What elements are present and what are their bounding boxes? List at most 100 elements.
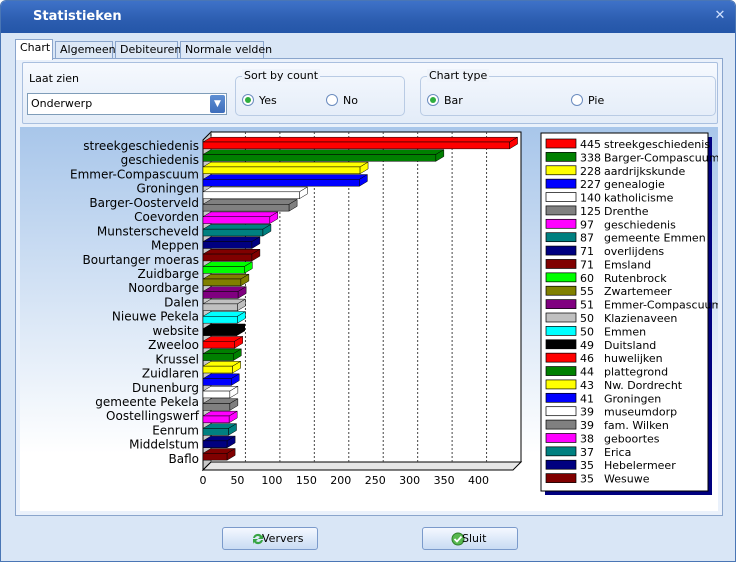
legend-label: fam. Wilken [604,419,669,432]
legend-swatch [545,259,577,269]
y-axis-label: Dalen [164,295,199,309]
legend-swatch [545,218,577,229]
bar [202,253,253,262]
bar [202,266,245,274]
legend-label: Rutenbrock [604,272,667,285]
legend-label: geschiedenis [604,218,676,231]
y-axis-label: geschiedenis [121,153,199,167]
legend-label: streekgeschiedenis [604,138,710,151]
legend-swatch [545,392,577,403]
legend-swatch [545,379,577,390]
legend-value: 51 [580,299,594,312]
legend-swatch [545,152,577,162]
legend-label: Duitsland [604,339,656,352]
legend-label: plattegrond [604,366,668,379]
legend-value: 50 [580,312,594,325]
tab-debiteuren[interactable]: Debiteuren [115,41,181,59]
legend-swatch [545,138,577,149]
show-dropdown[interactable]: Onderwerp ▼ [27,93,227,115]
bar-top [202,236,261,242]
sort-by-count-group: Sort by count Yes No [235,69,405,116]
legend-label: Emsland [604,258,651,271]
legend-swatch [545,433,577,443]
legend-label: Nw. Dordrecht [604,379,683,392]
bar [202,228,264,237]
type-bar-radio[interactable]: Bar [427,93,463,107]
legend-label: aardrijkskunde [604,165,685,178]
tab-algemeen[interactable]: Algemeen [55,41,116,59]
legend-swatch [545,178,577,189]
legend-label: huwelijken [604,352,663,365]
legend-value: 60 [580,272,594,285]
legend-swatch [545,299,577,309]
y-axis-label: Zuidbarge [138,267,199,281]
sort-yes-radio[interactable]: Yes [242,93,277,107]
bar-top [202,136,519,143]
legend-value: 37 [580,446,594,459]
legend-label: museumdorp [604,406,677,419]
bar [202,204,290,212]
bar-chart: 0 50 100 150 200 250 300 350 400 streekgeschieden… [70,130,722,495]
bar [202,365,233,374]
sort-no-radio[interactable]: No [326,93,358,107]
bar [202,415,230,424]
legend-label: genealogie [604,178,665,191]
legend-value: 87 [580,232,594,245]
bar [202,278,242,287]
y-axis-label: Barger-Oosterveld [89,196,199,210]
bar [202,291,239,299]
type-pie-radio[interactable]: Pie [571,93,604,107]
legend-swatch [545,232,577,243]
statistics-window: Statistieken ✕ Chart Algemeen Debiteuren… [0,0,736,562]
type-bar-label: Bar [444,93,463,107]
bar [202,166,361,175]
legend-value: 228 [580,165,601,178]
legend-value: 39 [580,419,594,432]
sort-by-count-label: Sort by count [242,69,321,82]
legend-swatch [545,473,577,483]
y-axis-label: Dunenburg [132,381,199,395]
refresh-label: Ververs [262,532,304,545]
y-axis-label: streekgeschiedenis [83,139,199,153]
legend-value: 125 [580,205,601,218]
legend-label: gemeente Emmen [604,232,706,245]
legend-value: 44 [580,366,594,379]
bar [202,440,228,448]
legend-value: 38 [580,432,594,445]
bar [202,390,231,399]
legend-swatch [545,419,577,430]
legend-label: katholicisme [604,192,674,205]
y-axis-label: Middelstum [129,438,199,452]
bar-top [202,261,254,267]
close-icon[interactable]: ✕ [713,8,727,24]
legend-value: 41 [580,392,594,405]
chart-type-group: Chart type Bar Pie [420,69,716,116]
bar [202,378,232,386]
chart-type-label: Chart type [427,69,490,82]
bar-top [202,149,445,155]
legend-label: Barger-Compascuum [604,151,718,164]
legend-value: 50 [580,325,594,338]
legend-value: 445 [580,138,601,151]
legend-swatch [545,446,577,457]
y-axis-label: Zweeloo [148,338,199,352]
tab-chart[interactable]: Chart [15,39,53,60]
close-button[interactable]: Sluit [422,527,518,550]
legend-value: 338 [580,151,601,164]
legend-value: 71 [580,258,594,271]
x-tick-label: 250 [365,474,386,487]
y-axis-label: Bourtanger moeras [83,253,199,267]
chevron-down-icon[interactable]: ▼ [210,95,225,113]
show-dropdown-value: Onderwerp [31,97,93,110]
legend-label: Hebelermeer [604,459,676,472]
tab-normale-velden[interactable]: Normale velden [180,41,272,59]
legend-label: Klazienaveen [604,312,677,325]
refresh-button[interactable]: Ververs [222,527,318,550]
bar [202,241,253,249]
y-axis-label: Groningen [137,182,199,196]
y-axis-label: Eenrum [152,423,199,437]
legend-swatch [545,406,577,417]
legend-value: 97 [580,218,594,231]
legend-label: Emmen [604,325,646,338]
bar-top [202,199,299,205]
